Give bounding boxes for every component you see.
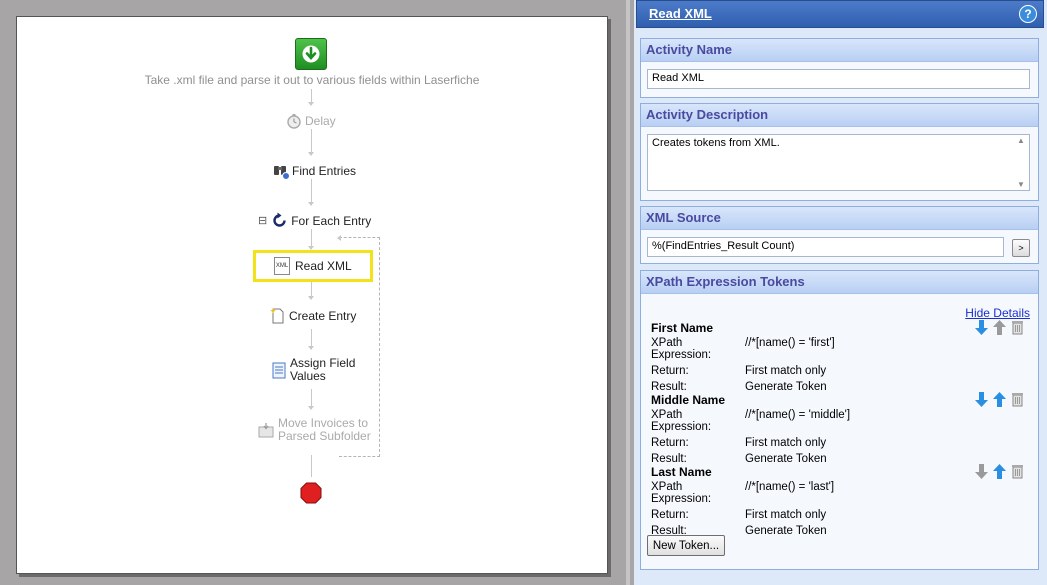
panel-header: Read XML ?: [636, 0, 1044, 28]
create-entry-activity[interactable]: Create Entry: [270, 307, 356, 324]
xml-source-section: XML Source %(FindEntries_Result Count) >: [640, 206, 1039, 264]
properties-panel: Read XML ? Activity Name Read XML Activi…: [634, 0, 1047, 585]
delete-icon[interactable]: [1010, 391, 1025, 407]
section-title: Activity Name: [641, 39, 1038, 62]
token-expression: //*[name() = 'middle']: [745, 409, 851, 421]
node-label: Delay: [305, 114, 336, 128]
move-up-icon[interactable]: [992, 391, 1007, 407]
for-each-entry-activity[interactable]: ⊟ For Each Entry: [258, 212, 371, 229]
token-item[interactable]: Last Name XPath Expression://*[name() = …: [651, 463, 1031, 537]
new-token-label: New Token...: [652, 540, 720, 552]
move-up-icon: [992, 319, 1007, 335]
node-label-group: Move Invoices to Parsed Subfolder: [278, 417, 371, 443]
xpath-tokens-section: XPath Expression Tokens Hide Details Fir…: [640, 270, 1039, 570]
field-label: XPath Expression:: [651, 481, 712, 505]
token-return: First match only: [745, 365, 827, 377]
activity-name-input[interactable]: Read XML: [647, 69, 1030, 89]
field-label: Result:: [651, 381, 687, 393]
xml-source-input[interactable]: %(FindEntries_Result Count): [647, 237, 1004, 257]
token-return: First match only: [745, 509, 827, 521]
panel-title[interactable]: Read XML: [649, 6, 712, 21]
delay-activity[interactable]: Delay: [286, 113, 336, 129]
scroll-up-icon[interactable]: ▲: [1017, 136, 1025, 145]
stopwatch-icon: [287, 114, 301, 129]
section-title: XML Source: [641, 207, 1038, 230]
token-result: Generate Token: [745, 381, 827, 393]
token-picker-button[interactable]: >: [1012, 239, 1030, 257]
move-up-icon[interactable]: [992, 463, 1007, 479]
collapse-icon[interactable]: ⊟: [258, 214, 267, 227]
xml-document-icon: XML: [274, 257, 290, 275]
node-label: Find Entries: [292, 164, 357, 178]
splitter[interactable]: [626, 0, 630, 585]
new-document-icon: [270, 308, 284, 324]
node-label: Move Invoices to: [278, 416, 369, 430]
description-text: Creates tokens from XML.: [652, 137, 780, 149]
token-result: Generate Token: [745, 525, 827, 537]
node-label-line2: Values: [290, 369, 326, 383]
activity-name-section: Activity Name Read XML: [640, 38, 1039, 98]
help-icon[interactable]: ?: [1019, 5, 1037, 23]
field-label: Return:: [651, 509, 689, 521]
delete-icon[interactable]: [1010, 319, 1025, 335]
field-values-icon: [272, 362, 286, 378]
token-return: First match only: [745, 437, 827, 449]
scroll-down-icon[interactable]: ▼: [1017, 180, 1025, 189]
token-expression: //*[name() = 'last']: [745, 481, 835, 493]
move-folder-icon: [258, 423, 274, 438]
token-item[interactable]: Middle Name XPath Expression://*[name() …: [651, 391, 1031, 465]
workflow-canvas[interactable]: Take .xml file and parse it out to vario…: [16, 16, 608, 574]
node-label-group: Assign Field Values: [290, 357, 355, 383]
field-label: XPath Expression:: [651, 337, 712, 361]
field-label: Return:: [651, 437, 689, 449]
read-xml-activity[interactable]: XML Read XML: [274, 257, 352, 275]
description-scrollbar[interactable]: ▲ ▼: [1014, 136, 1028, 189]
node-label: Assign Field: [290, 356, 356, 370]
find-entries-activity[interactable]: Find Entries: [272, 162, 356, 180]
move-down-icon[interactable]: [974, 319, 989, 335]
node-label: Read XML: [295, 259, 352, 273]
node-label-line2: Parsed Subfolder: [278, 429, 371, 443]
move-down-icon[interactable]: [974, 391, 989, 407]
loop-icon: [273, 212, 286, 227]
start-description: Take .xml file and parse it out to vario…: [144, 73, 480, 87]
field-label: Return:: [651, 365, 689, 377]
section-title: Activity Description: [641, 104, 1038, 127]
node-label: For Each Entry: [291, 213, 372, 228]
assign-field-values-activity[interactable]: Assign Field Values: [272, 357, 355, 383]
new-token-button[interactable]: New Token...: [647, 535, 725, 556]
activity-description-textarea[interactable]: Creates tokens from XML. ▲ ▼: [647, 134, 1030, 191]
field-label: Result:: [651, 453, 687, 465]
stop-icon[interactable]: [300, 482, 322, 504]
hide-details-link[interactable]: Hide Details: [965, 306, 1030, 320]
token-item[interactable]: First Name XPath Expression://*[name() =…: [651, 319, 1031, 393]
move-invoices-activity[interactable]: Move Invoices to Parsed Subfolder: [258, 417, 371, 443]
token-result: Generate Token: [745, 453, 827, 465]
node-label: Create Entry: [289, 308, 357, 323]
token-expression: //*[name() = 'first']: [745, 337, 835, 349]
move-down-icon: [974, 463, 989, 479]
activity-description-section: Activity Description Creates tokens from…: [640, 103, 1039, 201]
start-icon[interactable]: [295, 38, 327, 70]
delete-icon[interactable]: [1010, 463, 1025, 479]
field-label: XPath Expression:: [651, 409, 712, 433]
binoculars-icon: [274, 166, 290, 180]
section-title: XPath Expression Tokens: [641, 271, 1038, 294]
